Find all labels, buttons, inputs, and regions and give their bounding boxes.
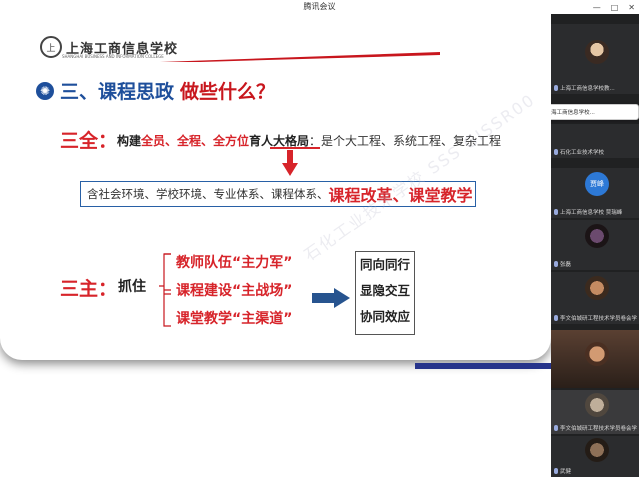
- effects-box: 同向同行 显隐交互 协同效应: [355, 251, 415, 335]
- avatar: [585, 224, 609, 248]
- mic-icon: [554, 468, 558, 474]
- effect-item: 同向同行: [359, 257, 410, 272]
- mic-icon: [554, 85, 558, 91]
- effect-item: 显隐交互: [359, 283, 410, 298]
- participant-name: 上海工商信息学校 贾瑞峰: [560, 210, 623, 216]
- participant-sidebar: 上海工商信息学校教... 正在讲话: 上海工商信息学校... 石化工业技术学校 …: [551, 14, 639, 477]
- speaking-indicator: 正在讲话: 上海工商信息学校...: [551, 104, 639, 120]
- sanzhu-label: 三主：: [60, 278, 118, 300]
- slide-page: 上 上海工商信息学校 SHANGHAI BUSINESS AND INFORMA…: [0, 14, 551, 360]
- shared-screen: 上 上海工商信息学校 SHANGHAI BUSINESS AND INFORMA…: [0, 14, 551, 477]
- header-red-band: [160, 52, 440, 62]
- sanquan-mid: 育人大格局: [249, 134, 310, 148]
- watermark: 石化工业技术学校 SSS GISSR00: [300, 89, 539, 265]
- pillar-item: 课堂教学“主渠道”: [176, 311, 293, 327]
- minimize-icon[interactable]: —: [593, 3, 601, 12]
- scope-text: 含社会环境、学校环境、专业体系、课程体系、: [87, 187, 329, 201]
- participant-tile[interactable]: 张磊: [551, 220, 639, 270]
- avatar: [585, 393, 609, 417]
- participant-tile[interactable]: 武健: [551, 436, 639, 477]
- pillars-list: 教师队伍“主力军” 课程建设“主战场” 课堂教学“主渠道”: [176, 249, 292, 333]
- participant-name: 上海工商信息学校教...: [560, 86, 615, 92]
- mic-icon: [554, 209, 558, 215]
- mic-icon: [554, 149, 558, 155]
- sanquan-prefix: 构建: [117, 134, 142, 148]
- window-title: 腾讯会议: [303, 2, 336, 11]
- participant-tile[interactable]: 上海工商信息学校教...: [551, 24, 639, 94]
- title-bar: 腾讯会议 — □ ✕: [0, 0, 639, 15]
- effect-item: 协同效应: [359, 309, 410, 324]
- participant-tile[interactable]: 李文伯城研工程技术学员卷会学: [551, 272, 639, 324]
- participant-tile[interactable]: 贾峰 上海工商信息学校 贾瑞峰: [551, 168, 639, 218]
- underline: [270, 147, 320, 149]
- mic-icon: [554, 425, 558, 431]
- pillar-item: 教师队伍“主力军”: [176, 255, 293, 271]
- slide-heading: ✺ 三、课程思政 做些什么？: [36, 77, 275, 104]
- right-arrow-icon: [312, 288, 350, 308]
- participant-name: 武健: [560, 469, 572, 475]
- participant-tile[interactable]: [551, 330, 639, 388]
- pillar-item: 课程建设“主战场”: [176, 283, 293, 299]
- seal-icon: 上: [40, 36, 62, 58]
- sanquan-label: 三全：: [60, 130, 118, 152]
- participant-name: 石化工业技术学校: [560, 150, 605, 156]
- avatar: 贾峰: [585, 172, 609, 196]
- participant-name: 张磊: [560, 262, 572, 268]
- gear-icon: ✺: [36, 81, 54, 100]
- avatar: [585, 342, 609, 366]
- down-arrow-icon: [282, 150, 298, 176]
- participant-name: 李文伯城研工程技术学员卷会学: [560, 316, 638, 322]
- maximize-icon[interactable]: □: [611, 3, 619, 12]
- avatar: [585, 40, 609, 64]
- speaking-text: 正在讲话: 上海工商信息学校...: [551, 110, 595, 116]
- blue-bar: [415, 363, 551, 369]
- participant-tile[interactable]: 李文伯城研工程技术学员卷会学: [551, 390, 639, 434]
- close-icon[interactable]: ✕: [628, 3, 635, 12]
- grab-text: 抓住: [118, 279, 146, 295]
- heading-part1: 三、课程思政: [60, 81, 175, 103]
- participant-tile[interactable]: 石化工业技术学校: [551, 124, 639, 158]
- avatar: [585, 438, 609, 462]
- mic-icon: [554, 261, 558, 267]
- heading-part2: 做些什么？: [180, 81, 276, 103]
- school-name-en: SHANGHAI BUSINESS AND INFORMATION COLLEG…: [62, 54, 164, 59]
- brace-icon: [159, 253, 171, 327]
- avatar: [585, 276, 609, 300]
- school-logo: 上 上海工商信息学校 SHANGHAI BUSINESS AND INFORMA…: [40, 36, 178, 59]
- participant-name: 李文伯城研工程技术学员卷会学: [560, 426, 638, 432]
- sanquan-emph: 全员、全程、全方位: [141, 134, 250, 148]
- mic-icon: [554, 315, 558, 321]
